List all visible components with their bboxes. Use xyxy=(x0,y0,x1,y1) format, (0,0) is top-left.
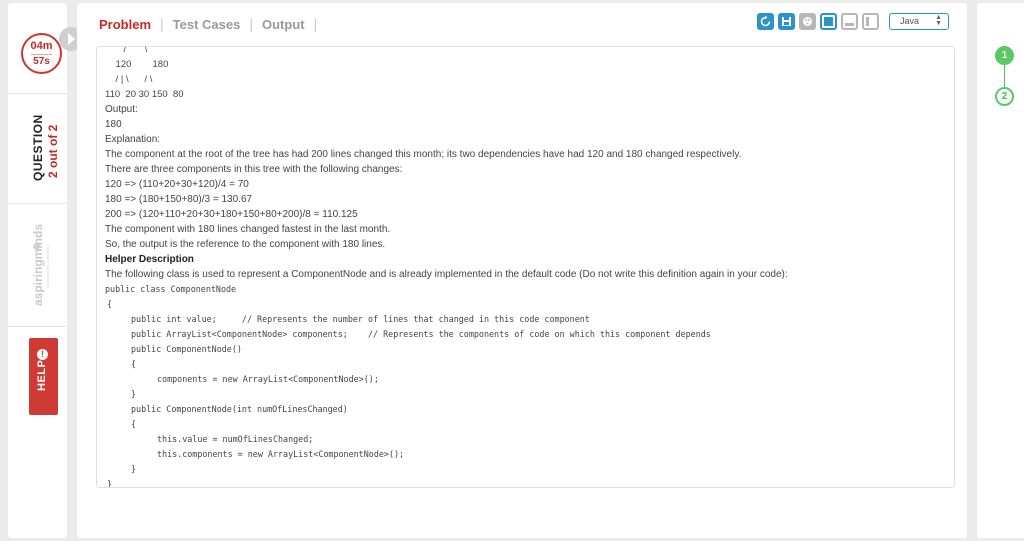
code-line: { xyxy=(131,359,137,369)
countdown-timer: 04m 57s xyxy=(21,33,62,74)
help-button[interactable]: ! HELP xyxy=(29,338,58,415)
explanation-line: So, the output is the reference to the c… xyxy=(105,239,386,250)
divider xyxy=(8,203,67,204)
code-line: components = new ArrayList<ComponentNode… xyxy=(157,374,379,384)
tree-diagram-line: 110 20 30 150 80 xyxy=(105,89,184,100)
code-line: { xyxy=(131,419,137,429)
help-icon: ! xyxy=(37,349,48,360)
explanation-line: The component at the root of the tree ha… xyxy=(105,149,742,160)
tree-diagram-line: / \ xyxy=(105,46,148,55)
question-count: 2 out of 2 xyxy=(46,124,60,178)
chevron-right-icon xyxy=(68,33,75,45)
divider xyxy=(8,93,67,94)
code-line: this.value = numOfLinesChanged; xyxy=(157,434,314,444)
help-label: HELP xyxy=(36,359,48,391)
explanation-line: 120 => (110+20+30+120)/4 = 70 xyxy=(105,179,249,190)
step-connector xyxy=(1004,65,1005,87)
code-line: public int value; // Represents the numb… xyxy=(131,314,590,324)
tab-separator: | xyxy=(160,16,164,32)
explanation-line: There are three components in this tree … xyxy=(105,164,403,175)
save-icon[interactable] xyxy=(778,13,795,30)
tab-separator: | xyxy=(313,16,318,32)
select-arrows-icon: ▲ ▼ xyxy=(935,14,942,27)
layout-left-icon[interactable] xyxy=(862,13,879,30)
language-value: Java xyxy=(900,16,920,26)
tab-separator: | xyxy=(249,16,253,32)
code-line: { xyxy=(107,299,113,309)
code-line: this.components = new ArrayList<Componen… xyxy=(157,449,405,459)
question-label: QUESTION xyxy=(31,114,45,181)
code-line: } xyxy=(107,479,113,488)
code-line: public ComponentNode() xyxy=(131,344,242,354)
divider xyxy=(8,326,67,327)
tab-problem[interactable]: Problem xyxy=(99,17,151,32)
reset-icon[interactable] xyxy=(757,13,774,30)
explanation-line: 200 => (120+110+20+30+180+150+80+200)/8 … xyxy=(105,209,358,220)
editor-toolbar xyxy=(757,13,883,30)
code-line: } xyxy=(131,389,137,399)
explanation-line: The component with 180 lines changed fas… xyxy=(105,224,391,235)
brand-logo: aspiringminds xyxy=(31,223,45,306)
layout-bottom-icon[interactable] xyxy=(841,13,858,30)
left-sidebar: 04m 57s QUESTION 2 out of 2 aspiringmind… xyxy=(8,3,67,538)
explanation-label: Explanation: xyxy=(105,134,161,145)
code-line: public class ComponentNode xyxy=(105,284,237,294)
tab-output[interactable]: Output xyxy=(262,17,305,32)
tab-bar: Problem | Test Cases | Output | xyxy=(99,16,326,32)
tree-diagram-line: 120 180 xyxy=(105,59,169,70)
question-step-2[interactable]: 2 xyxy=(995,87,1014,106)
problem-statement: / \ 120 180 / | \ / \ 110 20 30 150 80 O… xyxy=(96,46,955,488)
code-line: public ComponentNode(int numOfLinesChang… xyxy=(131,404,348,414)
main-panel: Problem | Test Cases | Output | Java ▲ ▼… xyxy=(77,3,967,538)
tab-test-cases[interactable]: Test Cases xyxy=(173,17,241,32)
palette-icon[interactable] xyxy=(799,13,816,30)
brand-tagline: Employability Quantified xyxy=(45,245,50,288)
output-value: 180 xyxy=(105,119,122,130)
output-label: Output: xyxy=(105,104,138,115)
question-navigator: 1 2 xyxy=(977,3,1024,538)
timer-seconds: 57s xyxy=(33,56,50,67)
explanation-line: 180 => (180+150+80)/3 = 130.67 xyxy=(105,194,253,205)
tree-diagram-line: / | \ / \ xyxy=(105,74,153,85)
code-line: public ArrayList<ComponentNode> componen… xyxy=(131,329,711,339)
helper-text: The following class is used to represent… xyxy=(105,269,788,280)
layout-full-icon[interactable] xyxy=(820,13,837,30)
timer-minutes: 04m xyxy=(30,40,53,52)
language-select[interactable]: Java ▲ ▼ xyxy=(889,13,949,30)
helper-title: Helper Description xyxy=(105,254,194,265)
question-step-1[interactable]: 1 xyxy=(995,46,1014,65)
timer-divider xyxy=(31,54,52,55)
code-line: } xyxy=(131,464,137,474)
